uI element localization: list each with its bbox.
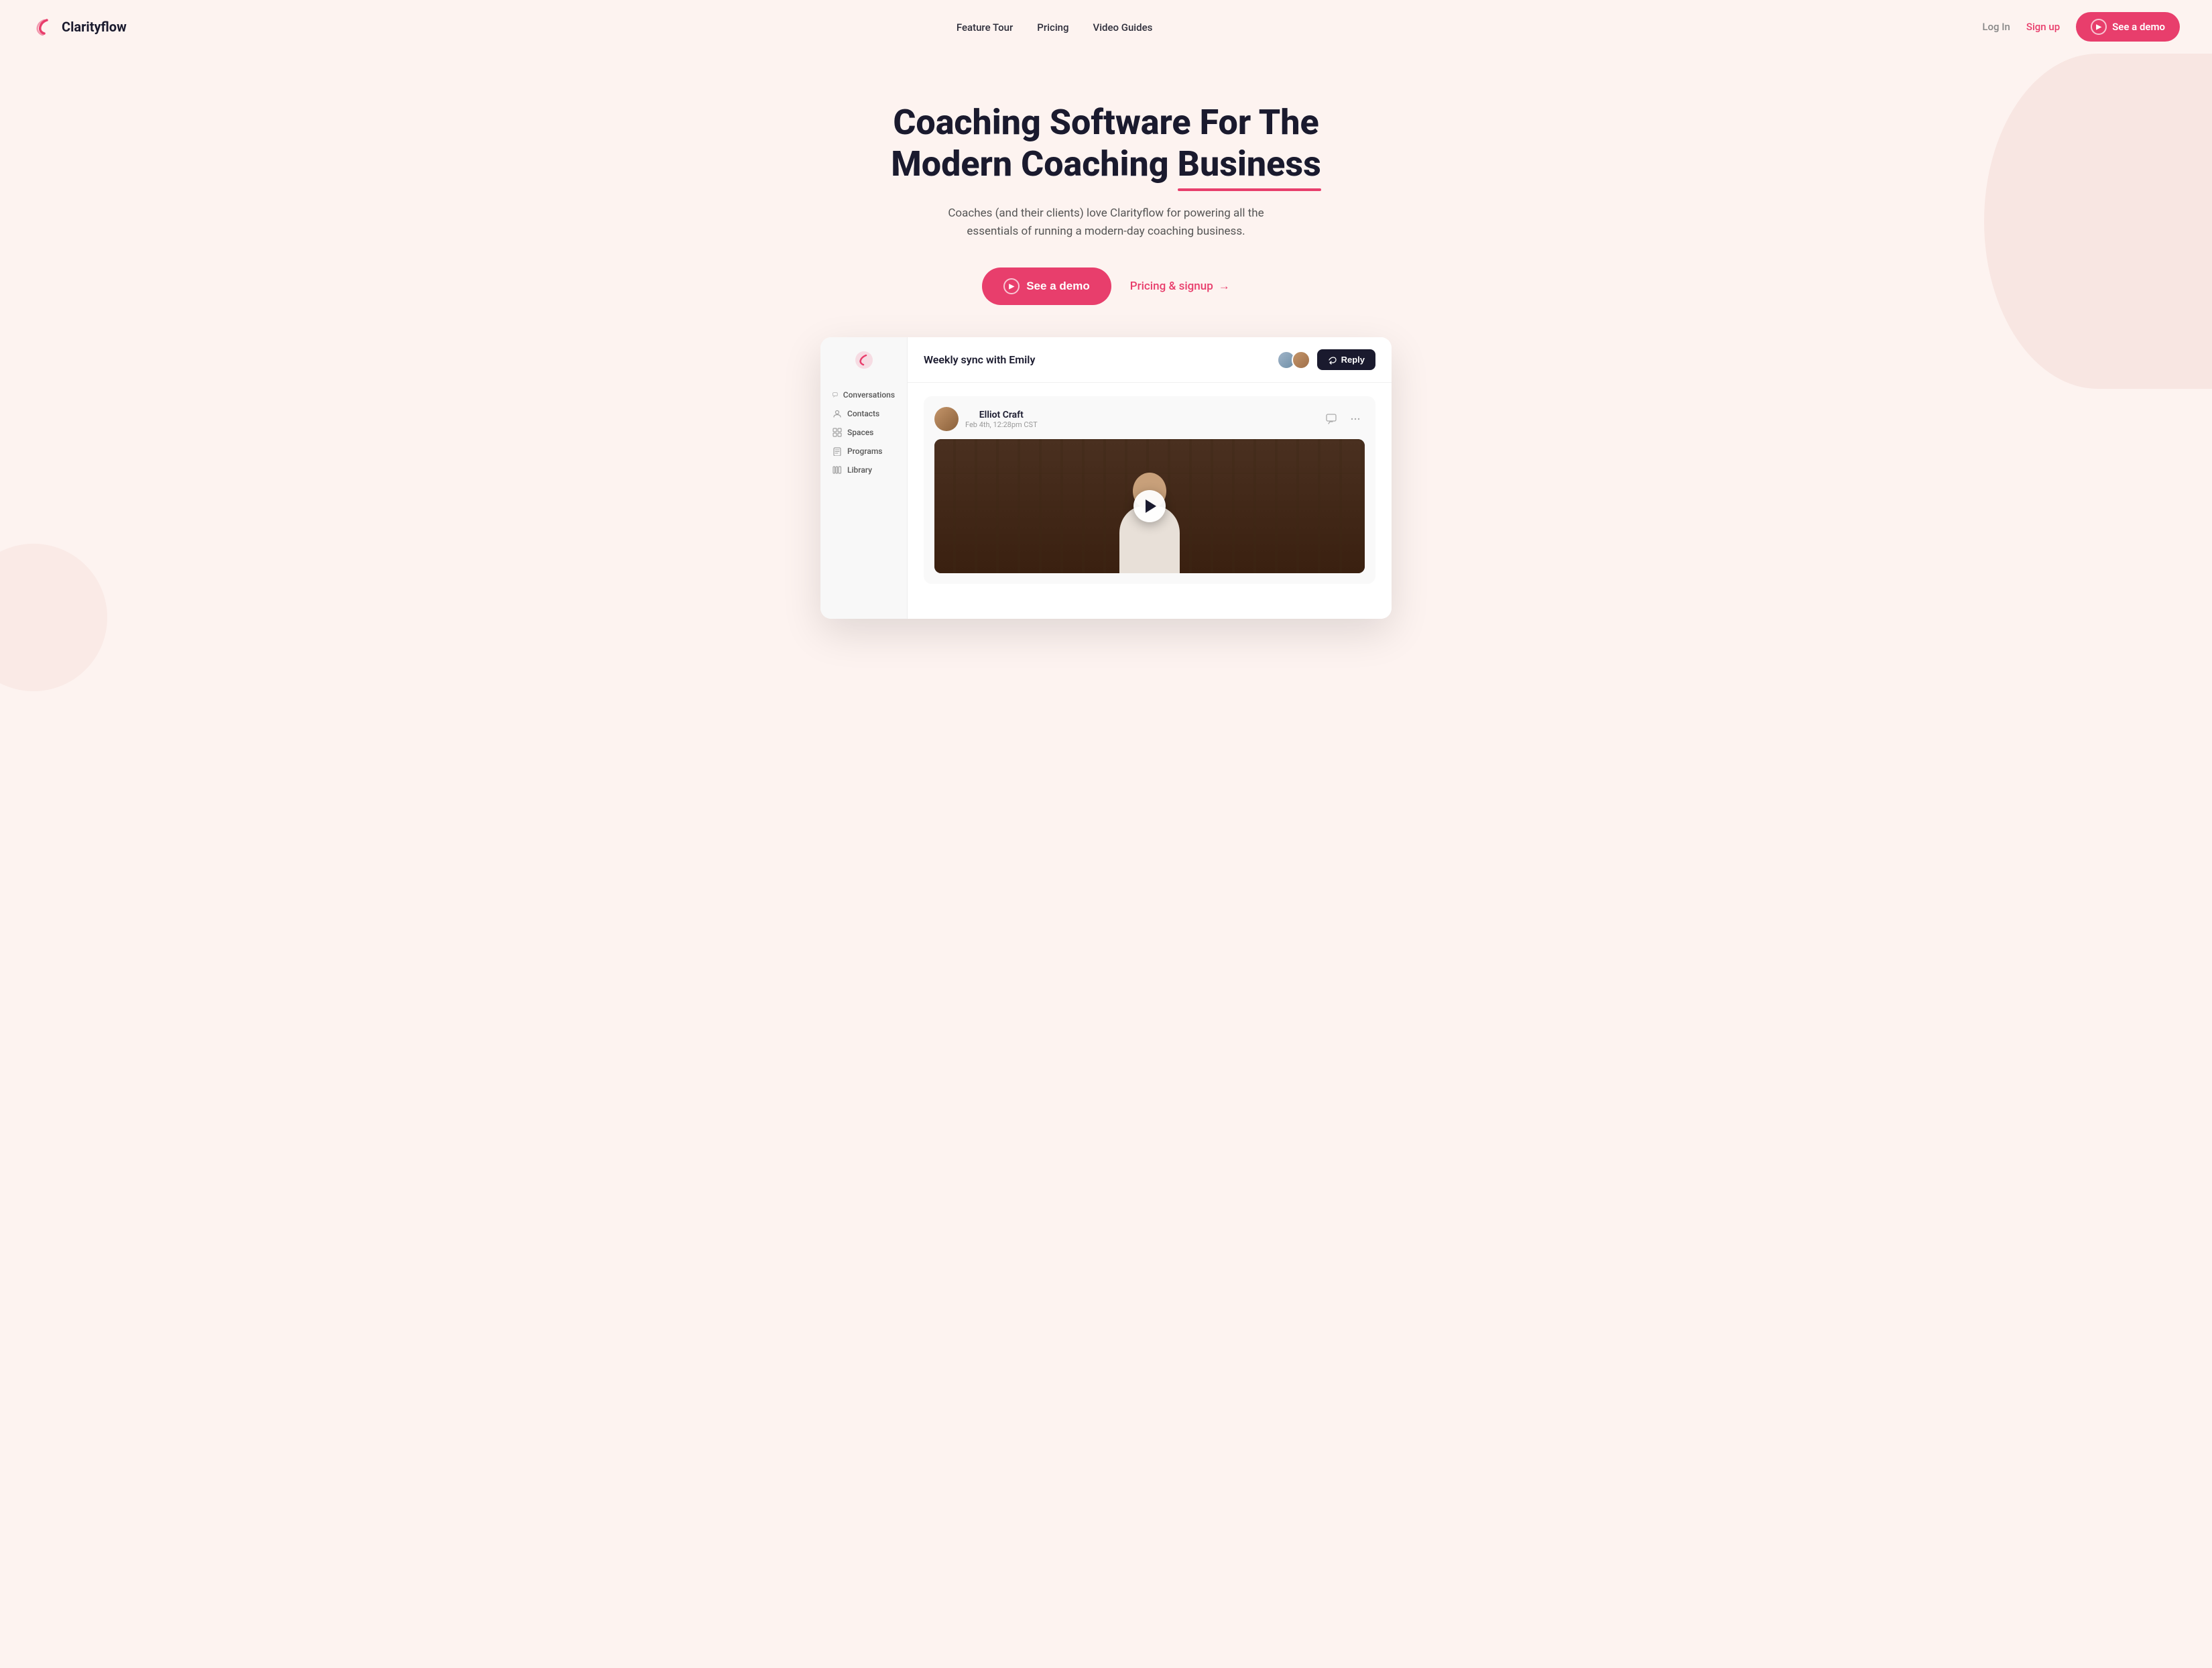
nav-feature-tour[interactable]: Feature Tour <box>957 21 1013 34</box>
author-date: Feb 4th, 12:28pm CST <box>965 420 1038 429</box>
video-person <box>1119 473 1180 573</box>
navbar: Clarityflow Feature Tour Pricing Video G… <box>0 0 2212 54</box>
logo-text: Clarityflow <box>62 19 127 35</box>
hero-actions: ▶ See a demo Pricing & signup → <box>16 267 2196 305</box>
author-name: Elliot Craft <box>965 410 1038 420</box>
hero-headline: Coaching Software For The Modern Coachin… <box>871 102 1341 186</box>
hero-content: Coaching Software For The Modern Coachin… <box>16 102 2196 305</box>
author-avatar <box>934 407 959 431</box>
message-header: Elliot Craft Feb 4th, 12:28pm CST <box>934 407 1365 431</box>
mockup-header: Weekly sync with Emily Reply <box>908 337 1392 383</box>
play-icon: ▶ <box>2091 19 2107 35</box>
sidebar-logo-icon <box>855 351 873 369</box>
sidebar-item-conversations[interactable]: Conversations <box>826 385 902 404</box>
message-author: Elliot Craft Feb 4th, 12:28pm CST <box>934 407 1038 431</box>
bg-shape-left <box>0 544 107 691</box>
chat-icon <box>833 390 838 400</box>
library-icon <box>833 465 842 475</box>
signup-link[interactable]: Sign up <box>2026 21 2060 33</box>
hero-subtitle: Coaches (and their clients) love Clarity… <box>932 204 1280 241</box>
header-right: Reply <box>1277 349 1375 370</box>
video-thumbnail[interactable] <box>934 439 1365 573</box>
sidebar-item-spaces[interactable]: Spaces <box>826 423 902 442</box>
sidebar-nav: Conversations Contacts <box>820 385 907 479</box>
comment-button[interactable] <box>1322 410 1341 428</box>
play-triangle-icon <box>1146 499 1156 513</box>
conversation-title: Weekly sync with Emily <box>924 353 1035 366</box>
nav-video-guides[interactable]: Video Guides <box>1093 21 1153 34</box>
play-circle-icon: ▶ <box>1003 278 1020 294</box>
play-button[interactable] <box>1133 490 1166 522</box>
more-icon <box>1350 414 1361 424</box>
more-options-button[interactable] <box>1346 410 1365 428</box>
mockup-content: Elliot Craft Feb 4th, 12:28pm CST <box>908 383 1392 619</box>
reply-icon <box>1328 355 1337 365</box>
avatar-group <box>1277 351 1310 369</box>
sidebar-item-programs[interactable]: Programs <box>826 442 902 461</box>
login-link[interactable]: Log In <box>1982 21 2010 33</box>
avatar-user2 <box>1292 351 1310 369</box>
sidebar-item-contacts[interactable]: Contacts <box>826 404 902 423</box>
hero-section: Coaching Software For The Modern Coachin… <box>0 54 2212 651</box>
spaces-icon <box>833 428 842 437</box>
contacts-icon <box>833 409 842 418</box>
mockup-main: Weekly sync with Emily Reply <box>908 337 1392 619</box>
sidebar: Conversations Contacts <box>820 337 908 619</box>
nav-right: Log In Sign up ▶ See a demo <box>1982 12 2180 42</box>
author-info: Elliot Craft Feb 4th, 12:28pm CST <box>965 410 1038 429</box>
message-actions <box>1322 410 1365 428</box>
sidebar-item-library[interactable]: Library <box>826 461 902 479</box>
app-mockup: Conversations Contacts <box>804 337 1408 619</box>
logo-link[interactable]: Clarityflow <box>32 15 127 39</box>
nav-demo-button[interactable]: ▶ See a demo <box>2076 12 2180 42</box>
comment-icon <box>1326 414 1337 424</box>
hero-demo-button[interactable]: ▶ See a demo <box>982 267 1111 305</box>
logo-icon <box>32 15 56 39</box>
sidebar-logo <box>820 351 907 369</box>
nav-pricing[interactable]: Pricing <box>1037 21 1068 34</box>
hero-pricing-link[interactable]: Pricing & signup → <box>1130 280 1230 293</box>
message-card: Elliot Craft Feb 4th, 12:28pm CST <box>924 396 1375 584</box>
nav-links: Feature Tour Pricing Video Guides <box>957 21 1152 34</box>
mockup-window: Conversations Contacts <box>820 337 1392 619</box>
programs-icon <box>833 446 842 456</box>
reply-button[interactable]: Reply <box>1317 349 1375 370</box>
